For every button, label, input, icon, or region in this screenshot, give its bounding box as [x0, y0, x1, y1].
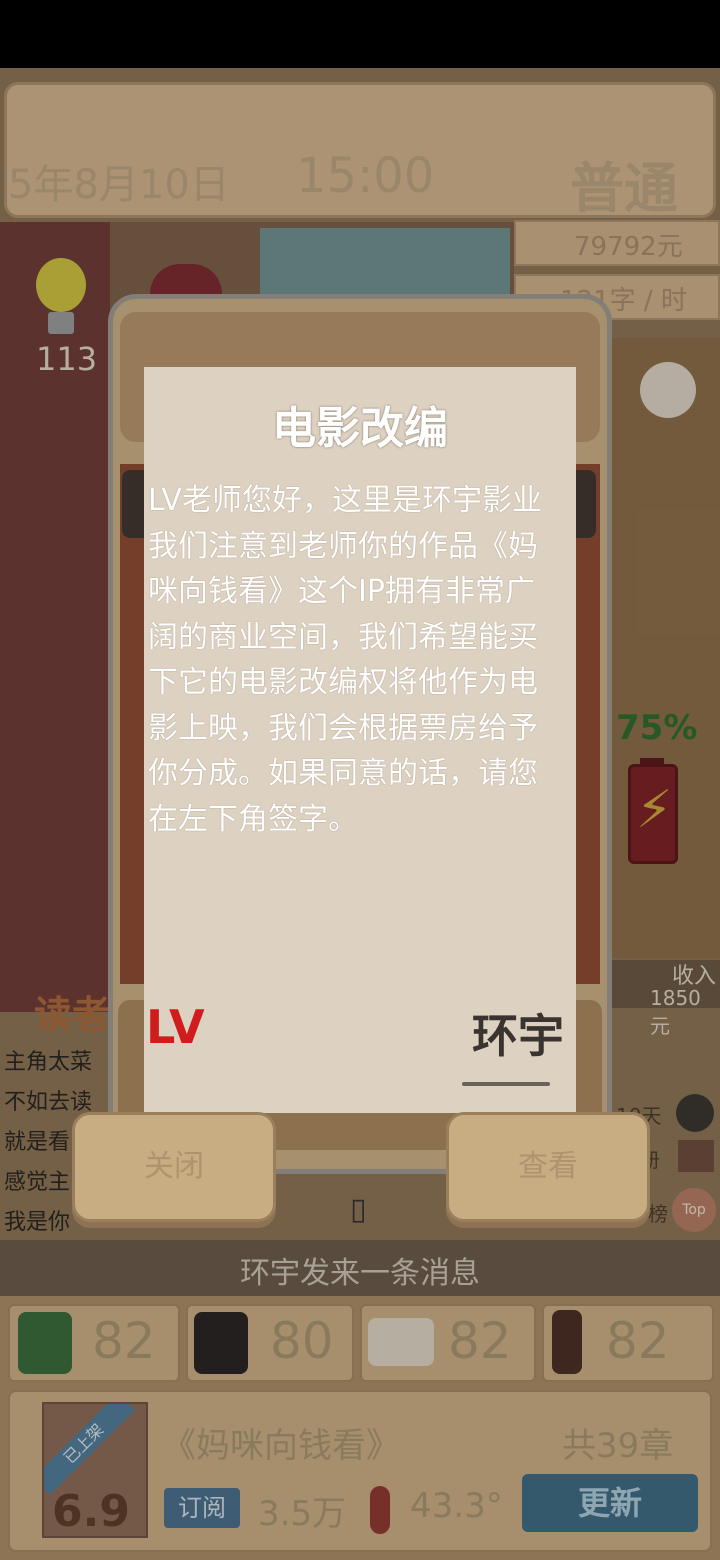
close-button[interactable]: 关闭: [72, 1112, 276, 1222]
signature-lv[interactable]: LV: [146, 1000, 205, 1054]
dialog-message: LV老师您好，这里是环宇影业我们注意到老师你的作品《妈咪向钱看》这个IP拥有非常…: [148, 483, 542, 837]
status-bar: [0, 0, 720, 68]
dialog-title: 电影改编: [272, 403, 448, 454]
signature-huanyu: 环宇: [472, 1009, 564, 1063]
view-button[interactable]: 查看: [446, 1112, 650, 1222]
signature-line: [462, 1082, 550, 1086]
